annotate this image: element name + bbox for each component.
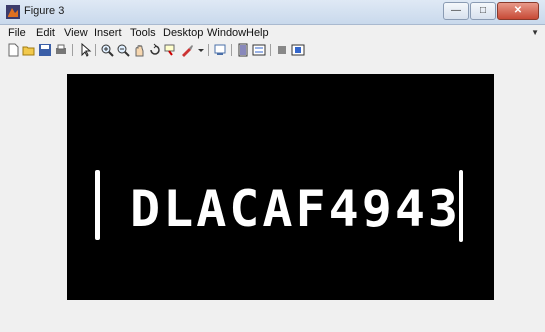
pan-icon[interactable]	[132, 43, 146, 57]
toolbar-separator	[270, 44, 271, 56]
data-cursor-icon[interactable]	[164, 43, 178, 57]
open-file-icon[interactable]	[22, 43, 36, 57]
menu-window[interactable]: Window	[207, 27, 246, 39]
rotate-icon[interactable]	[148, 43, 162, 57]
plate-left-border	[95, 170, 100, 240]
zoom-in-icon[interactable]	[100, 43, 114, 57]
menu-bar: File Edit View Insert Tools Desktop Wind…	[0, 25, 545, 41]
toolbar-separator	[72, 44, 73, 56]
matlab-icon	[6, 5, 20, 19]
brush-dropdown-icon[interactable]	[194, 43, 208, 57]
menu-help[interactable]: Help	[246, 27, 269, 39]
save-icon[interactable]	[38, 43, 52, 57]
zoom-out-icon[interactable]	[116, 43, 130, 57]
menu-overflow-icon[interactable]: ▼	[531, 28, 539, 37]
menu-view[interactable]: View	[64, 27, 88, 39]
hide-plot-tools-icon[interactable]	[275, 43, 289, 57]
license-plate-text: DLACAF4943	[130, 180, 462, 238]
print-icon[interactable]	[54, 43, 68, 57]
toolbar-separator	[208, 44, 209, 56]
toolbar-separator	[95, 44, 96, 56]
pointer-icon[interactable]	[78, 43, 92, 57]
title-bar: Figure 3 — □ ✕	[0, 0, 545, 25]
menu-file[interactable]: File	[8, 27, 26, 39]
menu-edit[interactable]: Edit	[36, 27, 55, 39]
window-title: Figure 3	[24, 5, 65, 17]
toolbar-separator	[231, 44, 232, 56]
minimize-button[interactable]: —	[443, 2, 469, 20]
image-axes[interactable]: DLACAF4943	[67, 74, 494, 300]
brush-icon[interactable]	[180, 43, 194, 57]
menu-tools[interactable]: Tools	[130, 27, 156, 39]
figure-toolbar	[0, 41, 545, 59]
window-controls: — □ ✕	[442, 2, 539, 20]
new-figure-icon[interactable]	[6, 43, 20, 57]
figure-window: Figure 3 — □ ✕ File Edit View Insert Too…	[0, 0, 545, 332]
legend-icon[interactable]	[252, 43, 266, 57]
maximize-button[interactable]: □	[470, 2, 496, 20]
show-plot-tools-icon[interactable]	[291, 43, 305, 57]
plate-right-border	[459, 170, 463, 242]
menu-insert[interactable]: Insert	[94, 27, 122, 39]
close-button[interactable]: ✕	[497, 2, 539, 20]
menu-desktop[interactable]: Desktop	[163, 27, 203, 39]
colorbar-icon[interactable]	[236, 43, 250, 57]
link-icon[interactable]	[213, 43, 227, 57]
